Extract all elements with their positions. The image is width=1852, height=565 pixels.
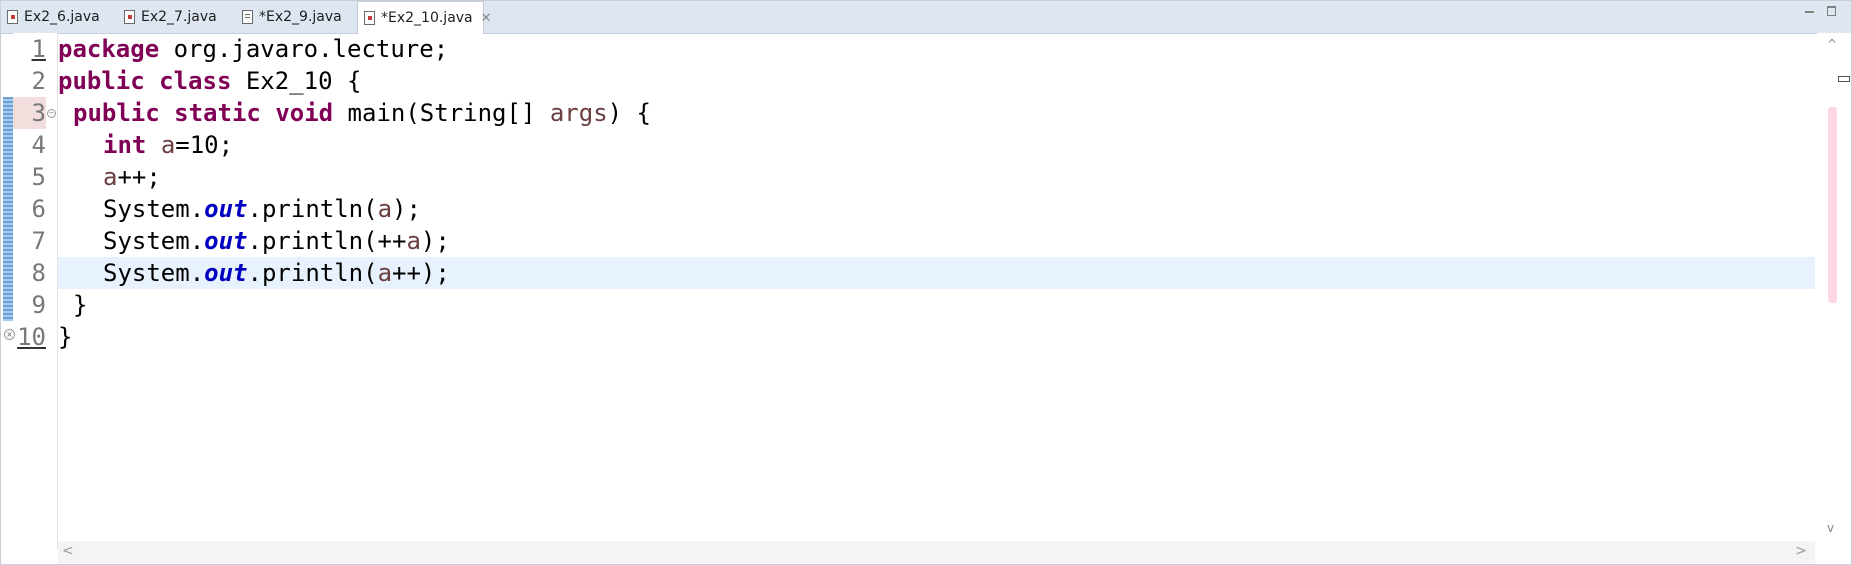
- local-variable: a: [160, 131, 176, 159]
- static-field: out: [204, 259, 248, 287]
- code-text: .println(: [247, 195, 378, 223]
- code-line-1: package org.javaro.lecture;: [58, 33, 448, 65]
- tab-label: *Ex2_10.java: [381, 10, 473, 26]
- tab-label: Ex2_7.java: [141, 9, 217, 25]
- tab-ex2-9[interactable]: *Ex2_9.java: [236, 1, 350, 33]
- local-variable: a: [377, 195, 393, 223]
- static-field: out: [204, 195, 248, 223]
- code-line-9: }: [73, 289, 87, 321]
- java-file-error-icon: [7, 10, 18, 24]
- local-variable: a: [406, 227, 421, 255]
- code-line-4: int a=10;: [103, 129, 233, 161]
- code-text: System.: [103, 195, 205, 223]
- tab-ex2-7[interactable]: Ex2_7.java: [118, 1, 222, 33]
- code-line-5: a++;: [103, 161, 161, 193]
- code-text: Ex2_10 {: [231, 67, 362, 95]
- code-editor[interactable]: package org.javaro.lecture; public class…: [58, 33, 1815, 541]
- code-text: org.javaro.lecture;: [159, 35, 449, 63]
- code-line-8: System.out.println(a++);: [103, 257, 450, 289]
- parameter: args: [549, 99, 608, 127]
- code-text: main(String[]: [333, 99, 550, 127]
- keyword: static: [174, 99, 261, 127]
- keyword: class: [159, 67, 232, 95]
- local-variable: a: [103, 163, 118, 191]
- keyword: int: [103, 131, 147, 159]
- warning-marker-icon[interactable]: ×: [4, 329, 15, 340]
- line-number: 7: [31, 227, 46, 255]
- scroll-left-icon[interactable]: <: [62, 543, 74, 559]
- line-number: 1: [31, 35, 46, 63]
- overview-ruler-thumb[interactable]: [1828, 107, 1837, 303]
- java-file-error-icon: [124, 10, 135, 24]
- code-line-7: System.out.println(++a);: [103, 225, 450, 257]
- line-number: 10: [17, 323, 46, 351]
- minimize-icon[interactable]: [1803, 5, 1817, 17]
- code-text: );: [420, 227, 450, 255]
- code-line-3: public static void main(String[] args) {: [73, 97, 651, 129]
- code-text: =10;: [175, 131, 234, 159]
- code-text: System.: [103, 227, 205, 255]
- line-number: 2: [31, 67, 46, 95]
- horizontal-scrollbar[interactable]: < >: [58, 541, 1815, 563]
- line-number: 9: [31, 291, 46, 319]
- tab-label: *Ex2_9.java: [259, 9, 342, 25]
- line-number: 8: [31, 259, 46, 287]
- editor-window: Ex2_6.java Ex2_7.java *Ex2_9.java *Ex2_1…: [0, 0, 1852, 565]
- java-file-icon: [242, 10, 253, 24]
- tab-ex2-6[interactable]: Ex2_6.java: [1, 1, 105, 33]
- keyword: package: [58, 35, 160, 63]
- code-text: ++);: [392, 259, 450, 287]
- editor-tab-bar: Ex2_6.java Ex2_7.java *Ex2_9.java *Ex2_1…: [1, 1, 1851, 34]
- maximize-icon[interactable]: [1825, 5, 1839, 17]
- java-file-error-icon: [364, 11, 375, 25]
- code-text: ++;: [117, 163, 161, 191]
- overview-ruler-marker[interactable]: [1838, 76, 1850, 82]
- scroll-up-icon[interactable]: ^: [1827, 37, 1837, 51]
- code-text: System.: [103, 259, 205, 287]
- tab-label: Ex2_6.java: [24, 9, 100, 25]
- tab-ex2-10[interactable]: *Ex2_10.java ✕: [357, 1, 492, 34]
- line-number: 5: [31, 163, 46, 191]
- keyword: public: [73, 99, 160, 127]
- code-line-6: System.out.println(a);: [103, 193, 421, 225]
- scroll-right-icon[interactable]: >: [1795, 543, 1807, 559]
- local-variable: a: [377, 259, 393, 287]
- code-text: .println(: [247, 259, 378, 287]
- vertical-scrollbar[interactable]: ^ v: [1817, 33, 1851, 541]
- keyword: public: [58, 67, 145, 95]
- line-number: 6: [31, 195, 46, 223]
- static-field: out: [204, 227, 248, 255]
- fold-collapse-icon[interactable]: −: [47, 109, 56, 118]
- code-text: }: [58, 323, 73, 351]
- scroll-down-icon[interactable]: v: [1827, 521, 1834, 535]
- code-text: .println(++: [247, 227, 407, 255]
- keyword: void: [275, 99, 334, 127]
- line-number: 4: [31, 131, 46, 159]
- code-line-10: }: [58, 321, 72, 353]
- code-text: );: [392, 195, 421, 223]
- close-tab-icon[interactable]: ✕: [481, 12, 492, 25]
- code-text: }: [73, 291, 88, 319]
- line-number: 3: [13, 97, 46, 129]
- code-line-2: public class Ex2_10 {: [58, 65, 361, 97]
- code-text: ) {: [607, 99, 652, 127]
